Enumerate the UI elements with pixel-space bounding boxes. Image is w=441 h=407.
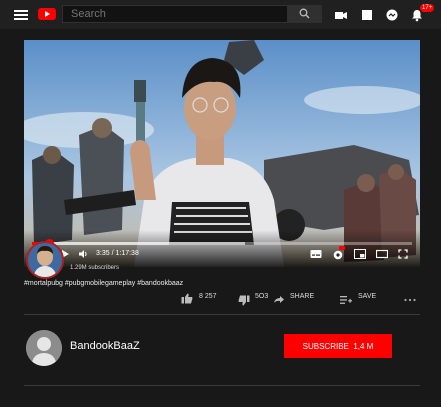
owner-avatar[interactable] — [26, 330, 62, 366]
save-button[interactable]: SAVE — [358, 293, 376, 300]
video-player[interactable]: 3:35 / 1:17:38 — [24, 40, 420, 267]
channel-avatar[interactable] — [26, 241, 64, 279]
subscribe-button[interactable]: SUBSCRIBE 1,4 M — [284, 334, 392, 358]
volume-icon[interactable] — [78, 249, 88, 259]
subtitles-icon[interactable] — [310, 249, 322, 259]
progress-buffered — [32, 242, 245, 245]
dislike-count: 5O3 — [255, 293, 269, 300]
search-button[interactable] — [288, 5, 322, 23]
channel-name[interactable]: BandookBaaZ — [70, 340, 140, 352]
share-button[interactable]: SHARE — [290, 293, 314, 300]
hamburger-menu-icon[interactable] — [14, 10, 28, 20]
youtube-logo[interactable] — [38, 8, 56, 20]
settings-gear-icon[interactable] — [332, 249, 344, 261]
like-icon[interactable] — [181, 293, 193, 304]
dislike-icon[interactable] — [238, 295, 250, 306]
time-separator: / — [111, 250, 114, 257]
subscribe-label: SUBSCRIBE — [302, 341, 349, 351]
subscriber-count: 1.29M subscribers — [70, 265, 120, 271]
search-input[interactable] — [62, 5, 288, 23]
save-playlist-icon[interactable] — [340, 295, 352, 305]
more-options-icon[interactable] — [404, 298, 416, 302]
search-icon — [299, 8, 310, 19]
channel-avatar-image — [28, 243, 62, 277]
theater-mode-icon[interactable] — [376, 249, 388, 259]
time-display: 3:35 / 1:17:38 — [96, 250, 139, 257]
create-video-icon[interactable] — [334, 8, 348, 22]
divider-top — [24, 314, 420, 315]
progress-bar[interactable] — [32, 239, 412, 248]
time-current: 3:35 — [96, 250, 110, 257]
share-icon[interactable] — [273, 295, 285, 304]
default-avatar-icon — [26, 330, 62, 366]
hashtags[interactable]: #mortalpubg #pubgmobilegameplay #bandook… — [24, 280, 183, 287]
fullscreen-icon[interactable] — [398, 249, 408, 259]
notification-count-badge: 17+ — [420, 4, 435, 12]
messages-icon[interactable] — [385, 8, 399, 22]
miniplayer-icon[interactable] — [354, 249, 366, 259]
subscribe-count: 1,4 M — [353, 341, 374, 351]
time-total: 1:17:38 — [115, 250, 139, 257]
apps-grid-icon[interactable] — [360, 8, 374, 22]
hd-badge — [339, 246, 345, 250]
divider-bottom — [24, 385, 420, 386]
like-count: 8 257 — [199, 293, 217, 300]
